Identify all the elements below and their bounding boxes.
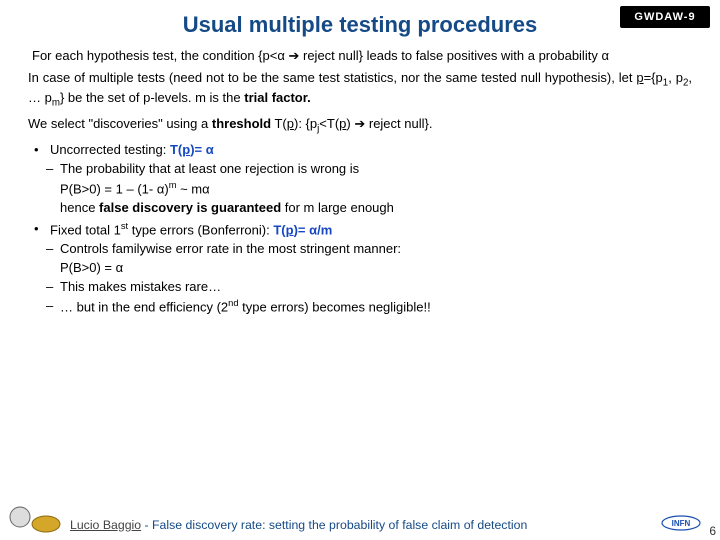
p-vector: p <box>286 222 294 237</box>
text: reject null}. <box>369 116 433 131</box>
infn-logo: INFN <box>660 512 702 534</box>
text: , p <box>668 70 683 85</box>
alpha: α <box>202 181 210 196</box>
text: type errors) becomes negligible!! <box>239 300 431 315</box>
threshold-word: threshold <box>212 116 271 131</box>
text: T( <box>170 142 182 157</box>
footer: Lucio Baggio - False discovery rate: set… <box>70 518 527 532</box>
page-number: 6 <box>709 524 716 538</box>
sub-hence: hence false discovery is guaranteed for … <box>60 200 692 215</box>
bullet-bonferroni: Fixed total 1st type errors (Bonferroni)… <box>50 221 692 237</box>
conference-badge: GWDAW-9 <box>620 6 710 28</box>
text: For each hypothesis test, the condition … <box>32 48 277 63</box>
false-discovery: false discovery is guaranteed <box>99 200 281 215</box>
text: … but in the end efficiency (2 <box>60 300 228 315</box>
text: ~ m <box>176 181 202 196</box>
alpha: α <box>601 48 609 63</box>
text: reject null} leads to false positives wi… <box>303 48 601 63</box>
sub-familywise: Controls familywise error rate in the mo… <box>60 241 692 256</box>
footer-text: - False discovery rate: setting the prob… <box>141 518 527 532</box>
paragraph-1: For each hypothesis test, the condition … <box>32 48 692 64</box>
bullet-uncorrected: Uncorrected testing: T(p)= α <box>50 142 692 157</box>
institution-logo-left <box>8 504 64 534</box>
alpha: α <box>206 142 214 157</box>
equation-2: P(B>0) = α <box>60 260 692 275</box>
text: Fixed total 1 <box>50 222 121 237</box>
p-vector: p <box>182 142 190 157</box>
bullet-list: Uncorrected testing: T(p)= α The probabi… <box>50 142 692 315</box>
slide: GWDAW-9 Usual multiple testing procedure… <box>0 0 720 540</box>
p-vector: p <box>636 70 643 85</box>
author-name: Lucio Baggio <box>70 518 141 532</box>
sub-efficiency: … but in the end efficiency (2nd type er… <box>60 298 692 314</box>
text: hence <box>60 200 99 215</box>
text: ={p <box>644 70 663 85</box>
alpha: α <box>277 48 285 63</box>
text: )= <box>190 142 206 157</box>
arrow-icon: ➔ <box>285 48 303 63</box>
text: <T( <box>319 116 339 131</box>
superscript: nd <box>228 298 238 308</box>
text: T( <box>271 116 287 131</box>
subscript: m <box>52 98 60 109</box>
text: type errors (Bonferroni): <box>128 222 273 237</box>
formula: T(p)= α/m <box>273 222 332 237</box>
text: ): {p <box>294 116 317 131</box>
p-vector: p <box>287 116 294 131</box>
trial-factor: trial factor. <box>244 90 310 105</box>
slide-title: Usual multiple testing procedures <box>28 12 692 38</box>
text: T( <box>273 222 285 237</box>
infn-text: INFN <box>672 519 691 528</box>
sub-prob-wrong: The probability that at least one reject… <box>60 161 692 176</box>
sub-mistakes-rare: This makes mistakes rare… <box>60 279 692 294</box>
formula: T(p)= α <box>170 142 214 157</box>
text: We select "discoveries" using a <box>28 116 212 131</box>
text: Uncorrected testing: <box>50 142 170 157</box>
alpha: α <box>309 222 317 237</box>
text: P(B>0) = 1 – (1- <box>60 181 157 196</box>
equation-1: P(B>0) = 1 – (1- α)m ~ mα <box>60 180 692 196</box>
arrow-icon: ➔ <box>351 116 369 131</box>
text: P(B>0) = <box>60 260 116 275</box>
text: } be the set of p-levels. m is the <box>60 90 244 105</box>
alpha: α <box>116 260 124 275</box>
text: In case of multiple tests (need not to b… <box>28 70 636 85</box>
text: )= <box>294 222 310 237</box>
paragraph-2: In case of multiple tests (need not to b… <box>28 70 692 110</box>
text: for m large enough <box>281 200 394 215</box>
paragraph-3: We select "discoveries" using a threshol… <box>28 116 692 136</box>
text: /m <box>317 222 332 237</box>
